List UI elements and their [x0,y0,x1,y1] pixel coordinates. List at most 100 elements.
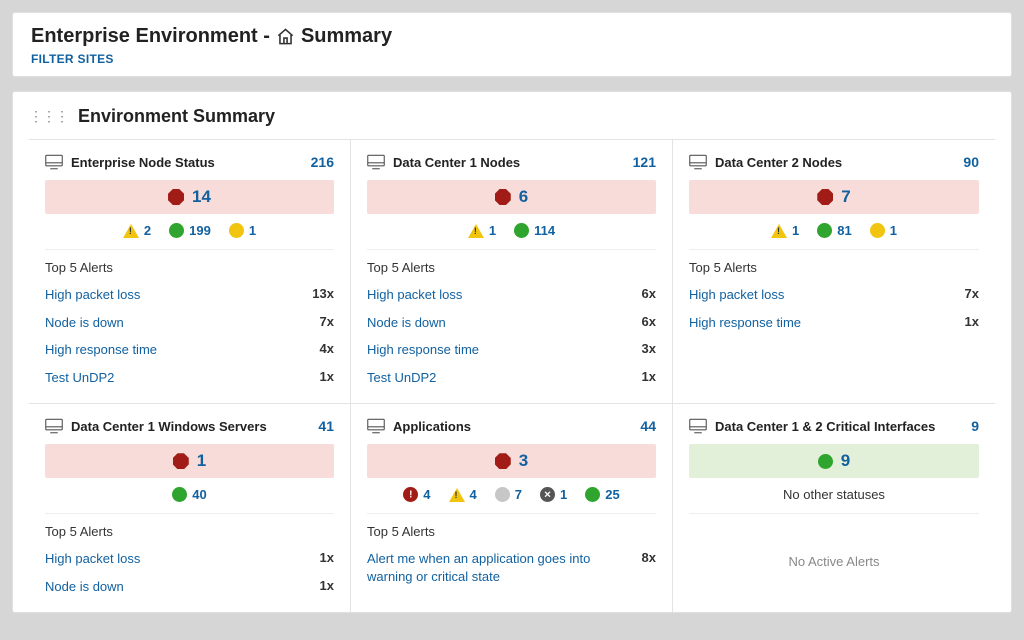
status-item-up[interactable]: 25 [585,487,619,502]
status-item-error[interactable]: 4 [403,487,430,502]
no-active-alerts: No Active Alerts [689,514,979,579]
widget-title[interactable]: Applications [393,419,471,434]
status-item-value: 1 [489,223,496,238]
up-icon [514,223,529,238]
widget-0: Enterprise Node Status 216 14 2 199 1 Top 5 Al… [29,139,351,403]
no-other-statuses: No other statuses [783,487,885,502]
page-title-suffix: Summary [301,25,392,48]
widget-title[interactable]: Enterprise Node Status [71,155,215,170]
widget-title[interactable]: Data Center 1 & 2 Critical Interfaces [715,419,935,434]
top-alerts-title: Top 5 Alerts [45,260,334,275]
alert-count: 7x [965,286,979,301]
primary-status-row[interactable]: 14 [45,180,334,214]
alert-row: Alert me when an application goes into w… [367,545,656,590]
top-alerts-title: Top 5 Alerts [45,524,334,539]
status-item-value: 1 [249,223,256,238]
status-item-value: 1 [890,223,897,238]
alert-name[interactable]: High packet loss [45,286,302,304]
alert-name[interactable]: Node is down [45,314,310,332]
environment-summary-panel: ⋮⋮⋮ Environment Summary Enterprise Node … [12,91,1012,613]
alert-name[interactable]: Alert me when an application goes into w… [367,550,632,585]
unreachable-icon [495,487,510,502]
status-item-unreachable[interactable]: 7 [495,487,522,502]
status-item-up[interactable]: 40 [172,487,206,502]
status-item-warning[interactable]: 1 [468,223,496,238]
drag-handle-icon[interactable]: ⋮⋮⋮ [29,108,68,125]
widget-head: Data Center 1 & 2 Critical Interfaces 9 [689,418,979,434]
alert-name[interactable]: Node is down [45,578,310,596]
alert-row: Test UnDP21x [367,364,656,392]
status-item-warning[interactable]: 2 [123,223,151,238]
status-item-warning[interactable]: 1 [771,223,799,238]
status-item-value: 199 [189,223,211,238]
up-icon [169,223,184,238]
widget-head-left: Data Center 1 Windows Servers [45,418,267,434]
up-icon [585,487,600,502]
widget-title[interactable]: Data Center 2 Nodes [715,155,842,170]
summary-header: ⋮⋮⋮ Environment Summary [29,106,995,127]
status-item-value: 40 [192,487,206,502]
monitor-icon [689,418,707,434]
primary-status-count: 3 [519,451,528,471]
widget-head-left: Applications [367,418,471,434]
warning-icon [771,224,787,238]
status-item-up[interactable]: 81 [817,223,851,238]
alert-name[interactable]: High packet loss [689,286,955,304]
primary-status-icon [818,454,833,469]
warning-icon [468,224,484,238]
primary-status-row[interactable]: 6 [367,180,656,214]
widget-total-count[interactable]: 44 [640,418,656,434]
alert-name[interactable]: Node is down [367,314,632,332]
alert-name[interactable]: High response time [689,314,955,332]
alert-name[interactable]: High packet loss [45,550,310,568]
widget-5: Data Center 1 & 2 Critical Interfaces 9 9 N… [673,403,995,612]
monitor-icon [45,154,63,170]
primary-status-count: 7 [841,187,850,207]
widget-total-count[interactable]: 90 [963,154,979,170]
up-icon [817,223,832,238]
monitor-icon [689,154,707,170]
widget-3: Data Center 1 Windows Servers 41 1 40 Top 5 … [29,403,351,612]
alert-row: High packet loss6x [367,281,656,309]
monitor-icon [367,154,385,170]
status-item-up[interactable]: 199 [169,223,211,238]
status-item-unknown[interactable]: 1 [870,223,897,238]
summary-title: Environment Summary [78,106,275,127]
status-item-disabled[interactable]: 1 [540,487,567,502]
status-item-warning[interactable]: 4 [449,487,477,502]
primary-status-row[interactable]: 7 [689,180,979,214]
status-item-unknown[interactable]: 1 [229,223,256,238]
widget-head: Applications 44 [367,418,656,434]
widget-head: Data Center 2 Nodes 90 [689,154,979,170]
primary-status-count: 9 [841,451,850,471]
primary-status-row[interactable]: 1 [45,444,334,478]
alert-name[interactable]: High response time [367,341,632,359]
alert-name[interactable]: High response time [45,341,310,359]
widget-total-count[interactable]: 41 [318,418,334,434]
alert-row: High packet loss13x [45,281,334,309]
widget-total-count[interactable]: 216 [311,154,334,170]
primary-status-row[interactable]: 3 [367,444,656,478]
widget-head: Data Center 1 Windows Servers 41 [45,418,334,434]
status-item-up[interactable]: 114 [514,223,555,238]
widget-title[interactable]: Data Center 1 Windows Servers [71,419,267,434]
widget-total-count[interactable]: 121 [633,154,656,170]
secondary-status-row: 1811 [689,222,979,250]
alert-count: 8x [642,550,656,565]
widget-2: Data Center 2 Nodes9071811Top 5 AlertsHi… [673,139,995,403]
widget-head: Data Center 1 Nodes 121 [367,154,656,170]
filter-sites-link[interactable]: FILTER SITES [31,52,993,66]
alert-row: Node is down6x [367,309,656,337]
primary-status-row[interactable]: 9 [689,444,979,478]
up-icon [172,487,187,502]
widget-title[interactable]: Data Center 1 Nodes [393,155,520,170]
monitor-icon [45,418,63,434]
alert-name[interactable]: High packet loss [367,286,632,304]
page-title-prefix: Enterprise Environment - [31,25,270,48]
widget-total-count[interactable]: 9 [971,418,979,434]
status-item-value: 25 [605,487,619,502]
alert-name[interactable]: Test UnDP2 [367,369,632,387]
secondary-status-row: No other statuses [689,486,979,514]
home-icon [276,27,295,46]
alert-name[interactable]: Test UnDP2 [45,369,310,387]
